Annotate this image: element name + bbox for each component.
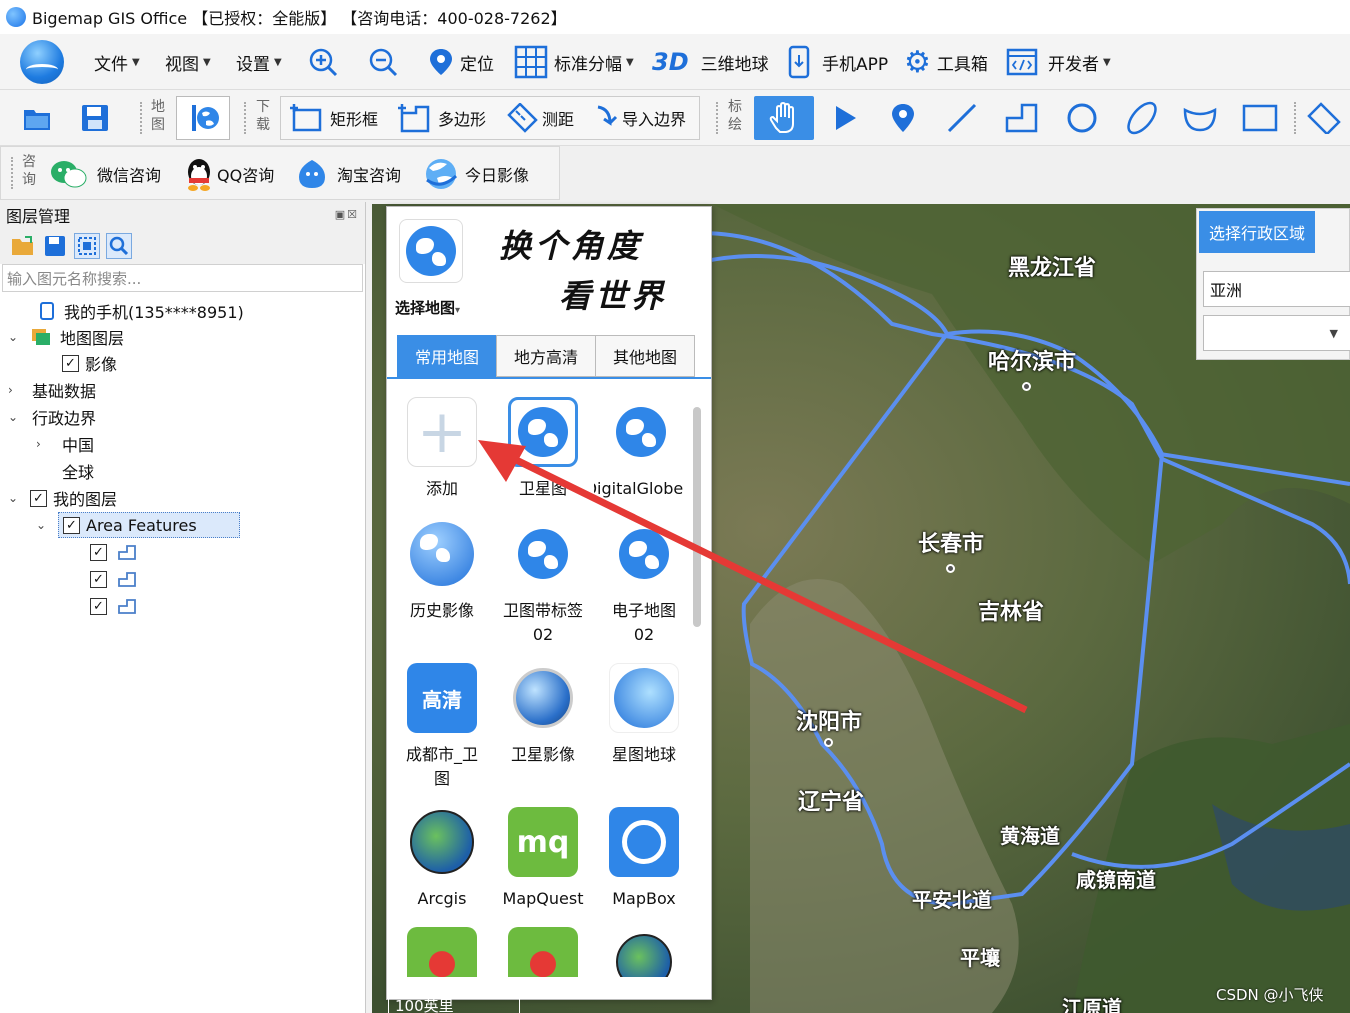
continent-select[interactable]: 亚洲 [1203, 271, 1350, 307]
tab-select-region[interactable]: 选择行政区域 [1199, 211, 1315, 253]
country-select[interactable]: ▼ [1203, 315, 1350, 351]
annotation-arrow [478, 440, 1028, 714]
scale-bar: 100英里 [388, 994, 520, 1013]
chevron-down-icon: ▼ [1329, 326, 1338, 340]
region-selector-panel: 选择行政区域 亚洲 ▼ [1196, 208, 1350, 360]
watermark: CSDN @小飞侠 [1216, 986, 1324, 1004]
